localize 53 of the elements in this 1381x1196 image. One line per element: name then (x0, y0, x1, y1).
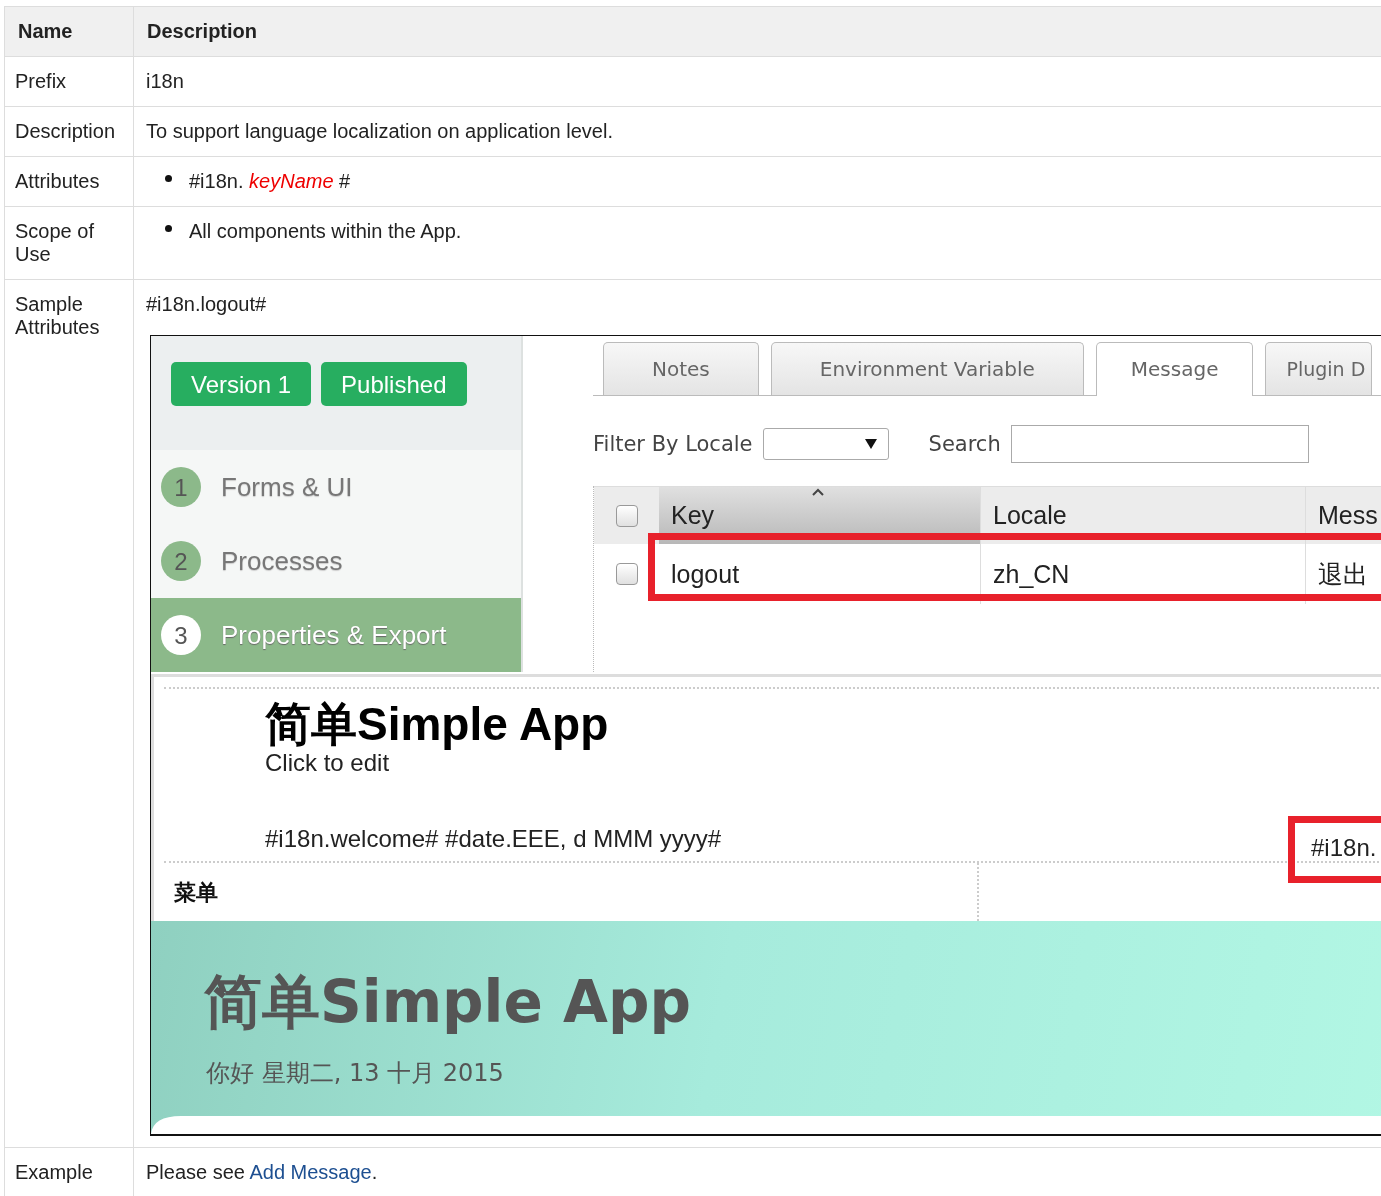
step-number: 2 (161, 541, 201, 581)
list-text: All components within the App. (189, 220, 462, 243)
step-label: Forms & UI (221, 475, 353, 499)
column-header: Description (134, 7, 1381, 57)
search-label: Search (928, 432, 1001, 456)
row-label: Prefix (15, 70, 67, 92)
row-label: Sample Attributes (15, 293, 100, 338)
tab[interactable]: Message (1095, 342, 1254, 396)
attribute-text: #i18n. (1311, 836, 1377, 859)
checkbox[interactable] (615, 504, 638, 527)
list-text: #i18n. keyName # (189, 170, 351, 193)
sample-text: #i18n.logout# (146, 293, 267, 315)
sort-caret-icon (811, 487, 825, 497)
step-item[interactable]: 2 Processes (151, 524, 521, 598)
tab[interactable]: Environment Variable (770, 342, 1084, 395)
step-item[interactable]: 3 Properties & Export (151, 598, 521, 672)
app-title: 简单Simple App (265, 699, 610, 749)
row-label: Description (15, 120, 116, 142)
step-number: 1 (161, 467, 201, 507)
step-label: Processes (221, 549, 343, 573)
status-badge: Version 1 (171, 362, 312, 406)
step-label: Properties & Export (221, 623, 447, 647)
table-cell: zh_CN (993, 562, 1070, 586)
locale-dropdown[interactable] (762, 428, 889, 460)
column-header[interactable]: Locale (993, 504, 1067, 527)
table-cell: logout (671, 562, 740, 586)
banner-title: 简单Simple App (204, 967, 691, 1038)
column-header[interactable]: Mess (1318, 504, 1378, 527)
step-item[interactable]: 1 Forms & UI (151, 450, 521, 524)
bullet-icon (165, 225, 172, 232)
banner-subtitle: 你好 星期二, 13 十月 2015 (206, 1062, 504, 1085)
column-header[interactable]: Key (671, 504, 715, 527)
tab[interactable]: Notes (603, 342, 759, 395)
example-text: Please see Add Message. (146, 1161, 378, 1183)
checkbox[interactable] (615, 563, 638, 585)
menu-label: 菜单 (174, 880, 218, 904)
dropdown-arrow-icon (863, 438, 878, 450)
row-label: Attributes (15, 170, 100, 192)
bullet-icon (165, 175, 172, 182)
row-label: Example (15, 1161, 93, 1183)
search-field[interactable] (1010, 425, 1309, 463)
edit-hint[interactable]: Click to edit (265, 749, 1381, 777)
add-message-link[interactable]: Add Message (249, 1161, 372, 1183)
description-text: i18n (146, 70, 184, 92)
tab[interactable]: Plugin D (1265, 342, 1373, 395)
table-cell: 退出 (1318, 562, 1368, 586)
description-text: To support language localization on application level. (146, 120, 613, 142)
filter-label: Filter By Locale (593, 432, 753, 456)
step-number: 3 (161, 615, 201, 655)
column-header: Name (5, 7, 134, 57)
welcome-line: #i18n.welcome# #date.EEE, d MMM yyyy# (265, 827, 722, 854)
row-label: Scope of Use (15, 220, 94, 265)
status-badge: Published (321, 362, 467, 406)
